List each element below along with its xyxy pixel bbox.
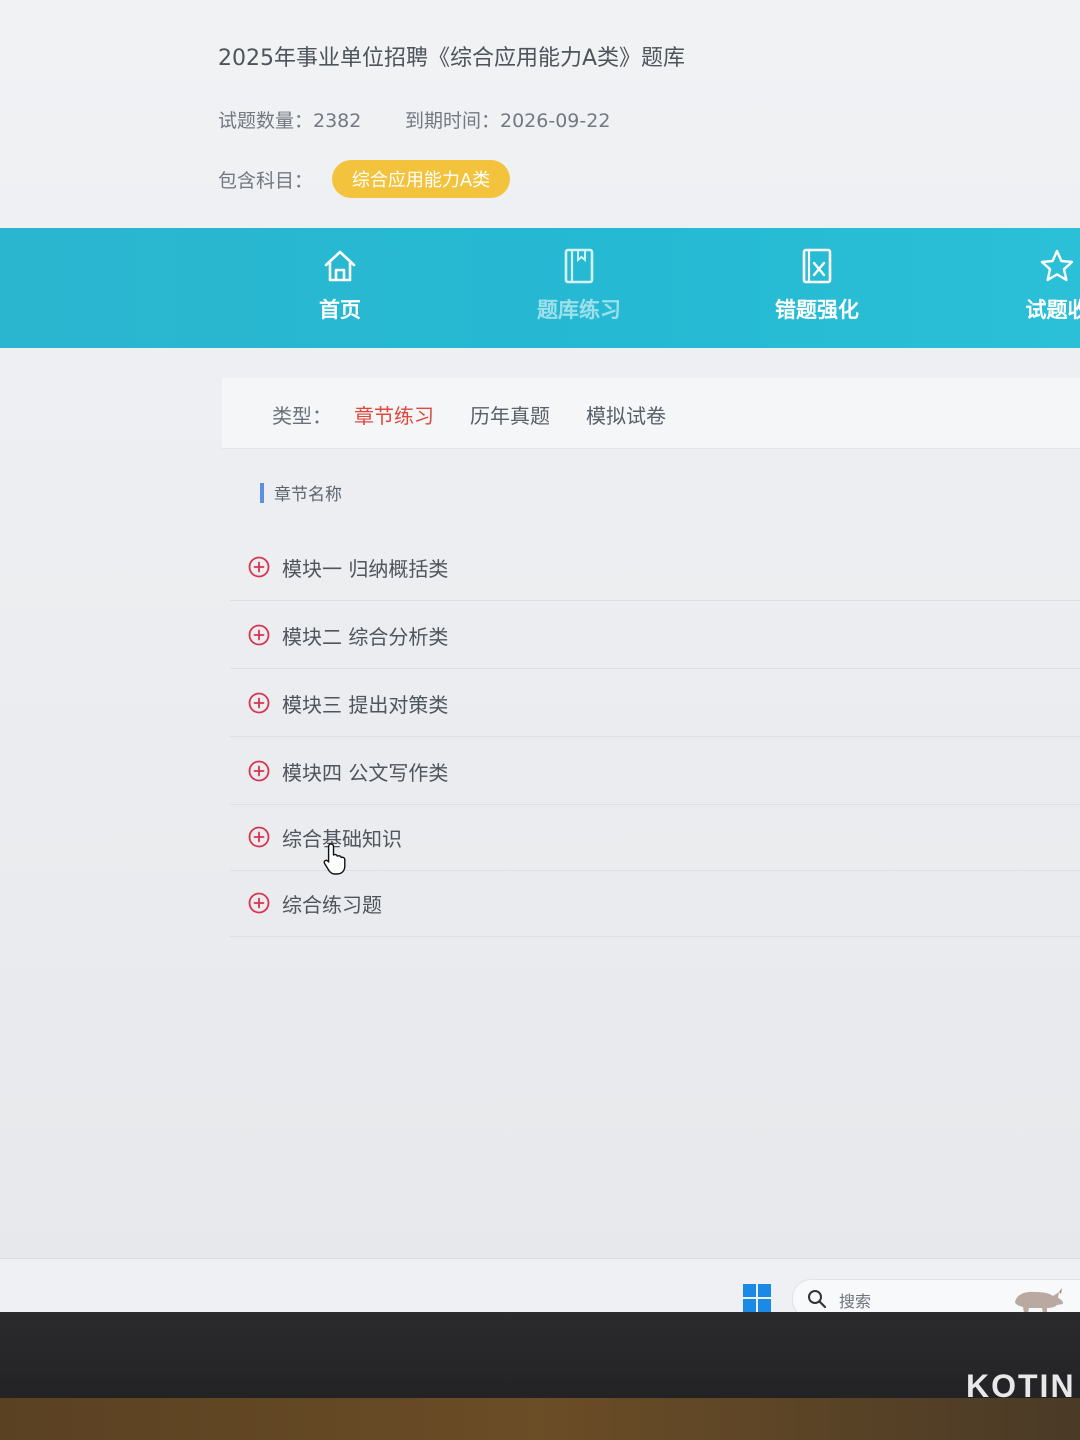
screen: 2025年事业单位招聘《综合应用能力A类》题库 试题数量：2382 到期时间：2… [0, 0, 1080, 1312]
nav-question-practice-label: 题库练习 [537, 298, 621, 322]
chapter-item[interactable]: 综合练习题 [230, 870, 1080, 937]
subject-badge[interactable]: 综合应用能力A类 [332, 160, 510, 198]
tab-mock-papers[interactable]: 模拟试卷 [586, 400, 666, 429]
chapter-section-title: 章节名称 [274, 485, 342, 505]
expire-date: 到期时间：2026-09-22 [405, 110, 611, 132]
page-title: 2025年事业单位招聘《综合应用能力A类》题库 [218, 46, 686, 71]
chapter-item[interactable]: 模块二 综合分析类 [230, 602, 1080, 669]
expand-plus-icon[interactable] [248, 692, 270, 714]
nav-wrong-questions-label: 错题强化 [775, 298, 859, 322]
expand-plus-icon[interactable] [248, 760, 270, 782]
type-label: 类型： [272, 404, 332, 428]
search-placeholder: 搜索 [839, 1292, 872, 1311]
chapter-label: 模块四 公文写作类 [282, 760, 449, 785]
chapter-label: 模块一 归纳概括类 [282, 556, 449, 581]
expand-plus-icon[interactable] [248, 892, 270, 914]
expand-plus-icon[interactable] [248, 624, 270, 646]
expand-plus-icon[interactable] [248, 556, 270, 578]
monitor-brand-logo: KOTIN [966, 1368, 1076, 1404]
question-count: 试题数量：2382 [218, 110, 362, 132]
section-accent-bar [260, 482, 264, 503]
subject-label: 包含科目： [218, 170, 314, 192]
book-icon [564, 248, 594, 284]
nav-home[interactable]: 首页 [255, 228, 425, 348]
expand-plus-icon[interactable] [248, 826, 270, 848]
nav-favorites[interactable]: 试题收 [972, 228, 1080, 348]
hand-cursor-icon [323, 843, 346, 875]
nav-question-practice[interactable]: 题库练习 [494, 228, 664, 348]
tab-chapter-practice[interactable]: 章节练习 [354, 400, 434, 429]
nav-home-label: 首页 [319, 298, 361, 322]
chapter-item[interactable]: 综合基础知识 [230, 804, 1080, 871]
windows-start-icon[interactable] [742, 1283, 772, 1312]
chapter-label: 模块二 综合分析类 [282, 624, 449, 649]
star-icon [1040, 249, 1074, 282]
type-filter-bar: 类型： 章节练习 历年真题 模拟试卷 [222, 378, 1080, 449]
rhino-icon [1015, 1288, 1063, 1312]
desk-surface [0, 1398, 1080, 1440]
chapter-item[interactable]: 模块一 归纳概括类 [230, 534, 1080, 601]
chapter-label: 模块三 提出对策类 [282, 692, 449, 717]
chapter-section-header: 章节名称 [260, 480, 342, 505]
nav-favorites-label: 试题收 [1025, 298, 1080, 322]
chapter-item[interactable]: 模块四 公文写作类 [230, 738, 1080, 805]
windows-taskbar: 搜索 [0, 1258, 1080, 1312]
nav-wrong-questions[interactable]: 错题强化 [732, 228, 902, 348]
search-icon [808, 1290, 827, 1309]
content-panel: 类型： 章节练习 历年真题 模拟试卷 章节名称 模块一 归纳概括类 模块二 综合… [222, 378, 1080, 1258]
taskbar-search-input[interactable]: 搜索 [792, 1279, 1080, 1312]
tab-past-exams[interactable]: 历年真题 [470, 400, 550, 429]
chapter-item[interactable]: 模块三 提出对策类 [230, 670, 1080, 737]
wrong-question-icon [802, 248, 832, 284]
bank-header: 2025年事业单位招聘《综合应用能力A类》题库 试题数量：2382 到期时间：2… [0, 0, 1080, 228]
chapter-label: 综合练习题 [282, 892, 382, 917]
home-icon [324, 250, 356, 282]
main-nav: 首页 题库练习 错题强化 试题收 [0, 228, 1080, 348]
